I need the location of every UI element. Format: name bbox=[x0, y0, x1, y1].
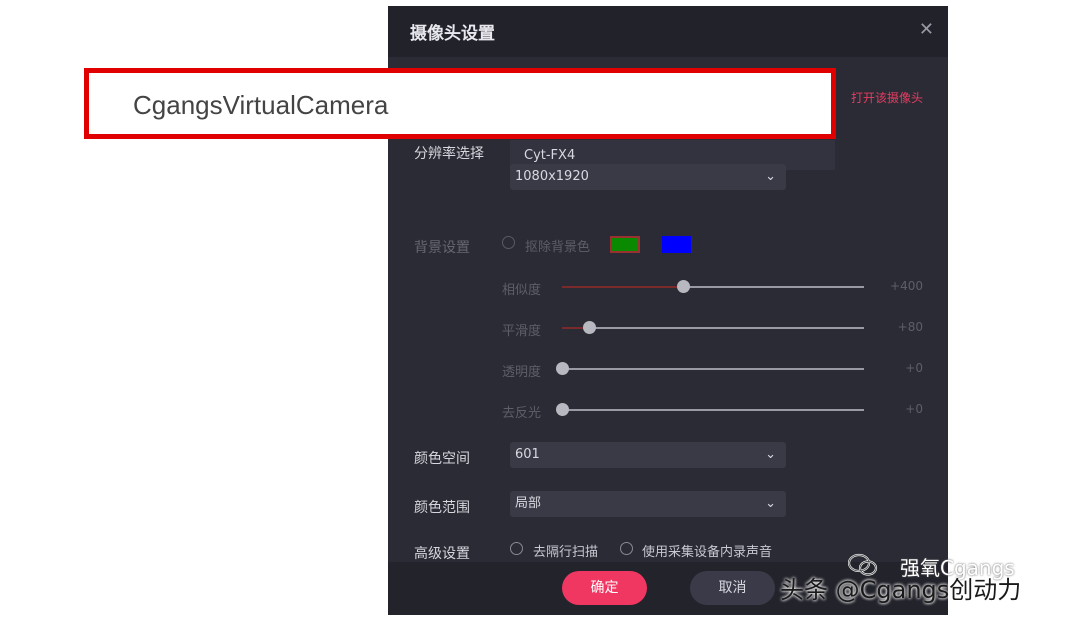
keyout-label: 抠除背景色 bbox=[525, 240, 591, 255]
slider-label: 去反光 bbox=[502, 406, 542, 421]
slider-track[interactable] bbox=[562, 321, 864, 334]
color-space-label: 颜色空间 bbox=[414, 451, 470, 467]
slider-label: 平滑度 bbox=[502, 324, 542, 339]
capture-audio-radio[interactable] bbox=[620, 542, 633, 555]
camera-name-highlight: CgangsVirtualCamera bbox=[84, 68, 836, 139]
keyout-radio[interactable] bbox=[502, 236, 515, 249]
capture-audio-label: 使用采集设备内录声音 bbox=[642, 545, 773, 560]
dialog-titlebar: 摄像头设置 ✕ bbox=[388, 6, 948, 57]
chevron-down-icon: ⌄ bbox=[765, 447, 776, 462]
camera-name: CgangsVirtualCamera bbox=[133, 90, 389, 120]
chevron-down-icon: ⌄ bbox=[765, 169, 776, 184]
resolution-select[interactable]: 1080x1920 ⌄ bbox=[510, 164, 786, 190]
deinterlace-label: 去隔行扫描 bbox=[533, 545, 599, 560]
slider-label: 相似度 bbox=[502, 283, 542, 298]
slider-handle[interactable] bbox=[556, 362, 569, 375]
color-range-value: 局部 bbox=[515, 496, 542, 511]
color-space-select[interactable]: 601 ⌄ bbox=[510, 442, 786, 468]
resolution-value: 1080x1920 bbox=[515, 169, 589, 184]
slider-handle[interactable] bbox=[556, 403, 569, 416]
slider-fill bbox=[562, 286, 683, 288]
background-label: 背景设置 bbox=[414, 240, 470, 256]
color-range-select[interactable]: 局部 ⌄ bbox=[510, 491, 786, 517]
color-space-value: 601 bbox=[515, 447, 540, 462]
close-icon[interactable]: ✕ bbox=[919, 19, 934, 40]
advanced-label: 高级设置 bbox=[414, 546, 470, 562]
slider-track[interactable] bbox=[556, 362, 864, 375]
slider-value: +0 bbox=[905, 402, 923, 416]
slider-value: +0 bbox=[905, 361, 923, 375]
chevron-down-icon: ⌄ bbox=[765, 496, 776, 511]
slider-label: 透明度 bbox=[502, 365, 542, 380]
deinterlace-radio[interactable] bbox=[510, 542, 523, 555]
camera-option-label: Cyt-FX4 bbox=[524, 148, 576, 163]
dialog-title: 摄像头设置 bbox=[410, 24, 495, 44]
green-color-swatch[interactable] bbox=[610, 236, 640, 253]
confirm-button[interactable]: 确定 bbox=[562, 571, 647, 605]
slider-handle[interactable] bbox=[676, 280, 690, 293]
slider-handle[interactable] bbox=[583, 321, 597, 334]
blue-color-swatch[interactable] bbox=[662, 236, 691, 253]
color-range-label: 颜色范围 bbox=[414, 500, 470, 516]
slider-track[interactable] bbox=[562, 280, 864, 293]
slider-value: +80 bbox=[897, 320, 923, 334]
watermark-byline: 头条 @Cgangs创动力 bbox=[780, 576, 1022, 604]
slider-track[interactable] bbox=[556, 403, 864, 416]
slider-value: +400 bbox=[890, 279, 923, 293]
resolution-label: 分辨率选择 bbox=[414, 146, 484, 162]
open-camera-link[interactable]: 打开该摄像头 bbox=[851, 89, 923, 106]
cancel-button[interactable]: 取消 bbox=[690, 571, 775, 605]
